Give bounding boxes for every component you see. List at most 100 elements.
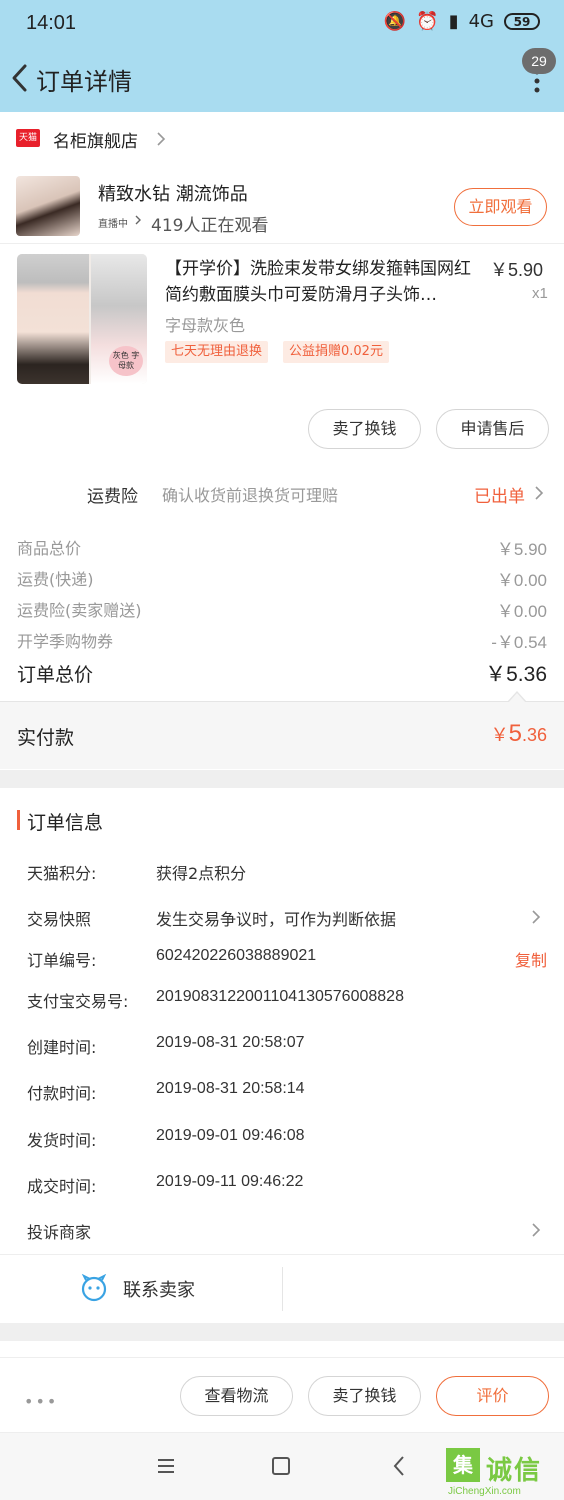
amount-paid-label: 实付款 (17, 727, 75, 749)
info-key: 创建时间: (27, 1038, 97, 1057)
info-row-completed: 成交时间: 2019-09-11 09:46:22 (27, 1173, 547, 1197)
price-label: 开学季购物券 (17, 632, 114, 651)
back-arrow-icon[interactable] (8, 60, 34, 96)
info-key: 支付宝交易号: (27, 992, 129, 1011)
rate-button[interactable]: 评价 (436, 1376, 549, 1416)
section-gap (0, 1323, 564, 1341)
complain-seller-link[interactable]: 投诉商家 (27, 1219, 91, 1243)
order-total-row: 订单总价 ￥5.36 (17, 658, 547, 688)
chevron-right-icon (157, 132, 166, 146)
product-title[interactable]: 【开学价】洗脸束发带女绑发箍韩国网红简约敷面膜头巾可爱防滑月子头饰… (165, 256, 483, 308)
info-row-points: 天猫积分: 获得2点积分 (27, 860, 547, 884)
info-key: 订单编号: (27, 951, 97, 970)
after-sale-button[interactable]: 申请售后 (436, 409, 549, 449)
live-title: 精致水钻 潮流饰品 (98, 184, 248, 205)
sell-for-cash-button[interactable]: 卖了换钱 (308, 1376, 421, 1416)
price-value: -￥0.54 (491, 633, 547, 652)
order-info-title: 订单信息 (27, 812, 104, 834)
contact-seller-row: 联系卖家 (0, 1255, 564, 1323)
product-image[interactable]: 灰色 字母款 (17, 254, 147, 384)
chevron-right-icon (532, 910, 541, 924)
product-spec: 字母款灰色 (165, 316, 246, 335)
info-value: 2019-08-31 20:58:14 (156, 1080, 305, 1097)
paid-decimal: .36 (521, 725, 547, 745)
order-total-value: ￥5.36 (485, 663, 547, 686)
info-row-paid: 付款时间: 2019-08-31 20:58:14 (27, 1080, 547, 1104)
price-value: ￥0.00 (496, 602, 547, 621)
network-label: 4G (468, 11, 494, 32)
status-bar: 14:01 🔕 ⏰ ▮ 4G 59 (0, 0, 564, 46)
sell-for-cash-button[interactable]: 卖了换钱 (308, 409, 421, 449)
battery-icon: 59 (504, 13, 540, 30)
status-icons: 🔕 ⏰ ▮ 4G 59 (384, 11, 540, 32)
product-image-tag: 灰色 字母款 (109, 346, 143, 376)
price-row-coupon: 开学季购物券 -￥0.54 (17, 628, 547, 652)
price-row-subtotal: 商品总价 ￥5.90 (17, 535, 547, 559)
insurance-status: 已出单 (474, 487, 525, 507)
watermark: 集 诚信 JiChengXin.com (446, 1448, 564, 1500)
message-count-badge: 29 (522, 48, 556, 74)
info-value: 2019083122001104130576008828 (156, 988, 404, 1005)
view-logistics-button[interactable]: 查看物流 (180, 1376, 293, 1416)
watermark-logo: 集 (446, 1448, 480, 1482)
live-status-tag: 直播中 (98, 219, 128, 230)
live-stream-row[interactable]: 精致水钻 潮流饰品 直播中 419人正在观看 立即观看 (0, 168, 564, 244)
live-watcher-count: 419人正在观看 (151, 216, 269, 236)
contact-seller-button[interactable]: 联系卖家 (123, 1276, 195, 1302)
info-value: 2019-08-31 20:58:07 (156, 1034, 305, 1051)
menu-icon[interactable] (155, 1455, 177, 1477)
service-chip-return: 七天无理由退换 (165, 341, 269, 363)
info-row-created: 创建时间: 2019-08-31 20:58:07 (27, 1034, 547, 1058)
service-chip-charity: 公益捐赠0.02元 (283, 341, 389, 363)
info-key: 交易快照 (27, 910, 92, 929)
info-value: 602420226038889021 (156, 947, 317, 964)
info-row-snapshot[interactable]: 交易快照 发生交易争议时，可作为判断依据 (27, 906, 547, 930)
price-row-insurance: 运费险(卖家赠送) ￥0.00 (17, 597, 547, 621)
notch-fill (508, 693, 526, 703)
amount-paid-row: 实付款 ￥5.36 (0, 701, 564, 769)
signal-icon: ▮ (448, 11, 459, 32)
info-row-shipped: 发货时间: 2019-09-01 09:46:08 (27, 1127, 547, 1151)
shop-row[interactable]: 天猫 名柜旗舰店 (0, 118, 564, 160)
page-title: 订单详情 (36, 68, 132, 96)
back-triangle-icon[interactable] (392, 1455, 406, 1477)
price-label: 运费险(卖家赠送) (17, 601, 142, 620)
section-accent-bar (17, 810, 20, 830)
watermark-text: 诚信 (486, 1456, 543, 1486)
chat-bubble-icon[interactable] (80, 1274, 108, 1302)
info-value: 2019-09-01 09:46:08 (156, 1127, 305, 1144)
product-price: ￥5.90 (490, 260, 544, 280)
tmall-logo-icon: 天猫 (16, 129, 40, 147)
price-value: ￥5.90 (496, 540, 547, 559)
info-value: 获得2点积分 (156, 864, 247, 883)
mute-bell-icon: 🔕 (383, 11, 407, 32)
info-row-alipay-number: 支付宝交易号: 2019083122001104130576008828 (27, 988, 547, 1012)
home-icon[interactable] (272, 1457, 290, 1475)
divider (282, 1267, 283, 1311)
bottom-action-bar: ••• 查看物流 卖了换钱 评价 (0, 1357, 564, 1432)
shop-name[interactable]: 名柜旗舰店 (53, 127, 138, 152)
shipping-insurance-row[interactable]: 运费险 确认收货前退换货可理赔 已出单 (0, 472, 564, 514)
info-key: 天猫积分: (27, 864, 97, 883)
info-key: 付款时间: (27, 1084, 97, 1103)
info-row-order-number: 订单编号: 602420226038889021 复制 (27, 947, 547, 971)
order-total-label: 订单总价 (17, 664, 94, 686)
insurance-desc: 确认收货前退换货可理赔 (162, 486, 339, 505)
more-dots-icon[interactable]: ••• (24, 1392, 58, 1411)
status-time: 14:01 (26, 12, 77, 34)
live-thumbnail[interactable] (16, 176, 80, 236)
paid-currency: ￥ (490, 725, 509, 745)
nav-bar: 订单详情 29 (0, 46, 564, 112)
price-value: ￥0.00 (496, 571, 547, 590)
info-row-complain[interactable]: 投诉商家 (27, 1219, 547, 1243)
product-photo-model (17, 254, 89, 384)
insurance-label: 运费险 (87, 487, 138, 507)
alarm-icon: ⏰ (416, 11, 439, 32)
copy-order-number-button[interactable]: 复制 (515, 947, 547, 971)
watermark-url: JiChengXin.com (448, 1486, 521, 1497)
info-key: 成交时间: (27, 1177, 97, 1196)
chevron-right-icon (532, 1223, 541, 1237)
info-value: 发生交易争议时，可作为判断依据 (156, 910, 397, 929)
section-gap (0, 770, 564, 788)
watch-now-button[interactable]: 立即观看 (454, 188, 547, 226)
